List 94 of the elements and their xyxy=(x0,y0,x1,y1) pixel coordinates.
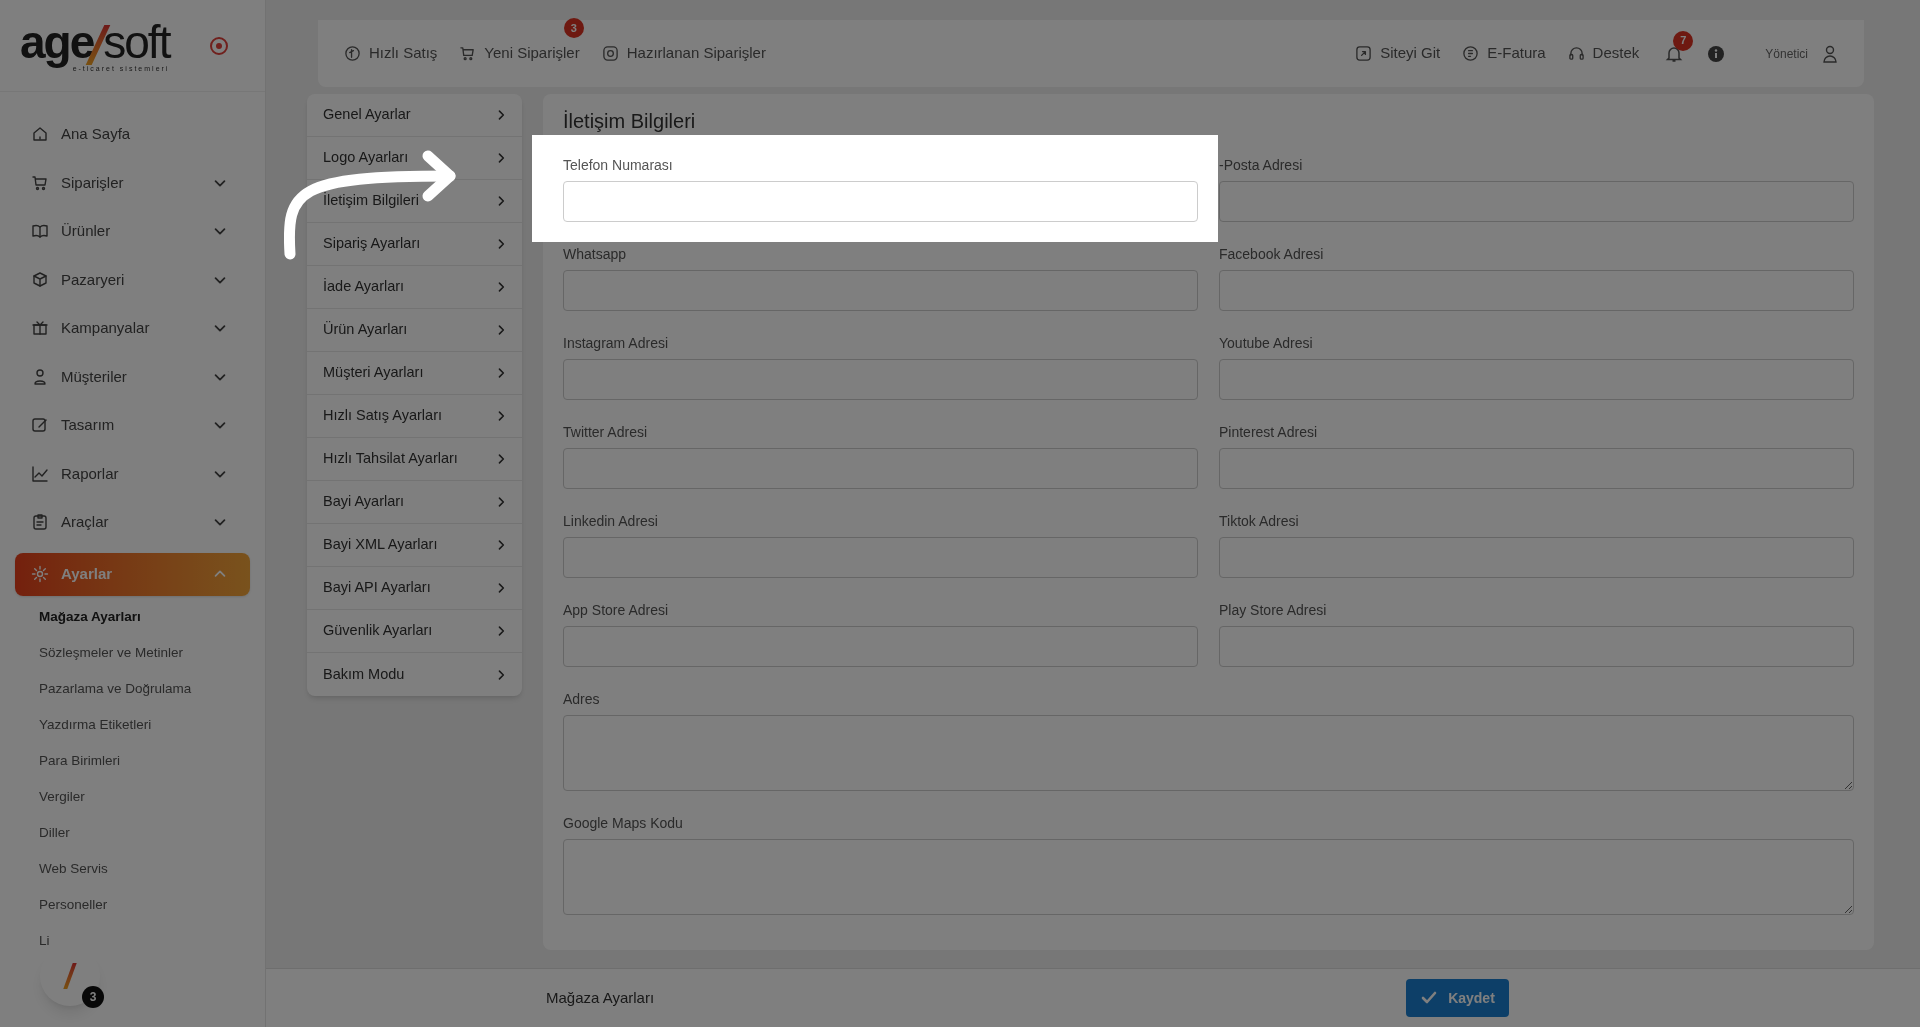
info-icon[interactable] xyxy=(1707,44,1726,63)
form-title: İletişim Bilgileri xyxy=(563,109,697,134)
input-field[interactable] xyxy=(563,270,1198,311)
user-icon[interactable] xyxy=(1822,44,1838,63)
book-icon xyxy=(31,222,49,241)
topbar-link[interactable]: Yeni Siparişler xyxy=(459,42,580,65)
submenu-item[interactable]: Vergiler xyxy=(39,779,265,816)
text-area[interactable] xyxy=(563,839,1854,915)
settings-menu-item[interactable]: Güvenlik Ayarları xyxy=(307,610,522,653)
house-icon xyxy=(31,125,49,144)
input-field[interactable] xyxy=(1219,181,1854,222)
field-label: Linkedin Adresi xyxy=(563,512,659,530)
sidebar-item[interactable]: Ayarlar xyxy=(15,552,250,596)
chart-icon xyxy=(31,464,49,483)
field-label: Twitter Adresi xyxy=(563,423,649,441)
input-field[interactable] xyxy=(563,181,1198,222)
count-badge: 3 xyxy=(82,986,104,1008)
submenu-item[interactable]: Mağaza Ayarları xyxy=(39,599,265,636)
input-field[interactable] xyxy=(1219,270,1854,311)
cart-icon xyxy=(459,45,477,62)
target-icon[interactable] xyxy=(209,35,230,56)
submenu-item[interactable]: Pazarlama ve Doğrulama xyxy=(39,671,265,708)
pen-icon xyxy=(31,416,49,435)
submenu-item[interactable]: Sözleşmeler ve Metinler xyxy=(39,635,265,672)
sidebar-item[interactable]: Raporlar xyxy=(15,449,250,498)
camera-icon xyxy=(601,45,619,62)
coin-icon xyxy=(344,45,361,62)
user-name[interactable]: Yönetici xyxy=(1765,44,1808,63)
settings-menu-item[interactable]: Müşteri Ayarları xyxy=(307,352,522,395)
sidebar-item[interactable]: Araçlar xyxy=(15,498,250,547)
field-label: Play Store Adresi xyxy=(1219,601,1328,619)
sidebar-item[interactable]: Ürünler xyxy=(15,207,250,256)
input-field[interactable] xyxy=(1219,359,1854,400)
headset-icon xyxy=(1567,45,1585,62)
submenu-item[interactable]: Web Servis xyxy=(39,851,265,888)
field-label: Tiktok Adresi xyxy=(1219,512,1300,530)
submenu-item[interactable]: Li xyxy=(39,923,265,960)
input-field[interactable] xyxy=(563,359,1198,400)
text-area[interactable] xyxy=(563,715,1854,791)
person-icon xyxy=(31,367,49,386)
sidebar-item[interactable]: Pazaryeri xyxy=(15,255,250,304)
notification-badge: 7 xyxy=(1673,30,1694,51)
sidebar-item[interactable]: Tasarım xyxy=(15,401,250,450)
field-label: App Store Adresi xyxy=(563,601,670,619)
input-field[interactable] xyxy=(1219,626,1854,667)
submenu-item[interactable]: Diller xyxy=(39,815,265,852)
field-label: Pinterest Adresi xyxy=(1219,423,1319,441)
settings-menu-item[interactable]: Sipariş Ayarları xyxy=(307,223,522,266)
settings-menu-item[interactable]: İletişim Bilgileri xyxy=(307,180,522,223)
settings-menu-item[interactable]: Bayi Ayarları xyxy=(307,481,522,524)
topbar-link[interactable]: Siteyi Git xyxy=(1355,42,1441,65)
settings-menu-item[interactable]: Genel Ayarlar xyxy=(307,94,522,137)
submenu-item[interactable]: Yazdırma Etiketleri xyxy=(39,707,265,744)
settings-menu-item[interactable]: Ürün Ayarları xyxy=(307,309,522,352)
count-badge: 3 xyxy=(563,18,584,39)
input-field[interactable] xyxy=(563,537,1198,578)
input-field[interactable] xyxy=(563,448,1198,489)
external-icon xyxy=(1355,45,1373,62)
field-label: Telefon Numarası xyxy=(563,156,674,174)
settings-menu-item[interactable]: İade Ayarları xyxy=(307,266,522,309)
gift-icon xyxy=(31,319,49,338)
box-icon xyxy=(31,270,49,289)
settings-menu-item[interactable]: Bayi API Ayarları xyxy=(307,567,522,610)
breadcrumb: Mağaza Ayarları xyxy=(546,987,655,1008)
settings-menu-item[interactable]: Logo Ayarları xyxy=(307,137,522,180)
clipboard-icon xyxy=(31,513,49,532)
field-label: Google Maps Kodu xyxy=(563,814,684,832)
input-field[interactable] xyxy=(1219,448,1854,489)
topbar-link[interactable]: Destek xyxy=(1567,42,1640,65)
settings-menu-item[interactable]: Bakım Modu xyxy=(307,653,522,696)
input-field[interactable] xyxy=(563,626,1198,667)
topbar-link[interactable]: E-Fatura xyxy=(1462,42,1546,65)
sidebar-item[interactable]: Kampanyalar xyxy=(15,304,250,353)
field-label: -Posta Adresi xyxy=(1219,156,1304,174)
field-label: Whatsapp xyxy=(563,245,628,263)
sidebar-item[interactable]: Müşteriler xyxy=(15,352,250,401)
sidebar-item[interactable]: Siparişler xyxy=(15,158,250,207)
topbar-link[interactable]: Hazırlanan Siparişler xyxy=(601,42,766,65)
settings-menu-item[interactable]: Hızlı Tahsilat Ayarları xyxy=(307,438,522,481)
field-label: Facebook Adresi xyxy=(1219,245,1325,263)
field-label: Instagram Adresi xyxy=(563,334,670,352)
sidebar-item[interactable]: Ana Sayfa xyxy=(15,110,250,159)
field-label: Adres xyxy=(563,690,601,708)
save-button[interactable]: Kaydet xyxy=(1406,979,1509,1017)
cart-icon xyxy=(31,173,49,192)
submenu-item[interactable]: Personeller xyxy=(39,887,265,924)
settings-menu-item[interactable]: Hızlı Satış Ayarları xyxy=(307,395,522,438)
invoice-icon xyxy=(1462,45,1480,62)
field-label: Youtube Adresi xyxy=(1219,334,1314,352)
bell-icon[interactable] xyxy=(1665,44,1684,63)
input-field[interactable] xyxy=(1219,537,1854,578)
submenu-item[interactable]: Para Birimleri xyxy=(39,743,265,780)
settings-menu-item[interactable]: Bayi XML Ayarları xyxy=(307,524,522,567)
topbar-link[interactable]: Hızlı Satış xyxy=(344,42,438,65)
